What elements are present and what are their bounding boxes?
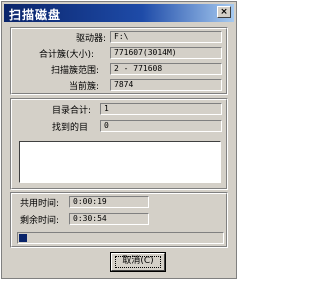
drive-label: 驱动器:: [76, 34, 107, 44]
progress-fill: [19, 234, 27, 242]
results-list[interactable]: [19, 141, 221, 183]
close-button[interactable]: ×: [217, 6, 231, 18]
directory-total-value: 1: [100, 103, 222, 115]
total-clusters-label: 合计簇(大小):: [39, 50, 95, 60]
scan-progress-bar: [17, 232, 224, 244]
drive-value: F:\: [110, 31, 222, 43]
remaining-time-value: 0:30:54: [69, 213, 149, 225]
title-bar[interactable]: 扫描磁盘 ×: [4, 4, 234, 22]
focus-ring: [115, 256, 161, 268]
scan-range-value: 2 - 771608: [110, 63, 222, 75]
current-cluster-label: 当前簇:: [69, 82, 100, 92]
found-value: 0: [100, 120, 222, 132]
scan-disk-dialog: 扫描磁盘 × 驱动器: F:\ 合计簇(大小): 771607(3014M) 扫…: [1, 1, 237, 279]
cancel-button[interactable]: 取消(C): [111, 253, 165, 271]
remaining-time-label: 剩余时间:: [20, 216, 60, 226]
found-label: 找到的目: [52, 123, 89, 133]
elapsed-time-label: 共用时间:: [20, 199, 60, 209]
window-title: 扫描磁盘: [9, 8, 62, 22]
directory-total-label: 目录合计:: [52, 106, 92, 116]
scan-range-label: 扫描簇范围:: [51, 66, 100, 76]
elapsed-time-value: 0:00:19: [69, 196, 149, 208]
close-icon: ×: [220, 7, 228, 17]
current-cluster-value: 7874: [110, 79, 222, 91]
total-clusters-value: 771607(3014M): [110, 47, 222, 59]
